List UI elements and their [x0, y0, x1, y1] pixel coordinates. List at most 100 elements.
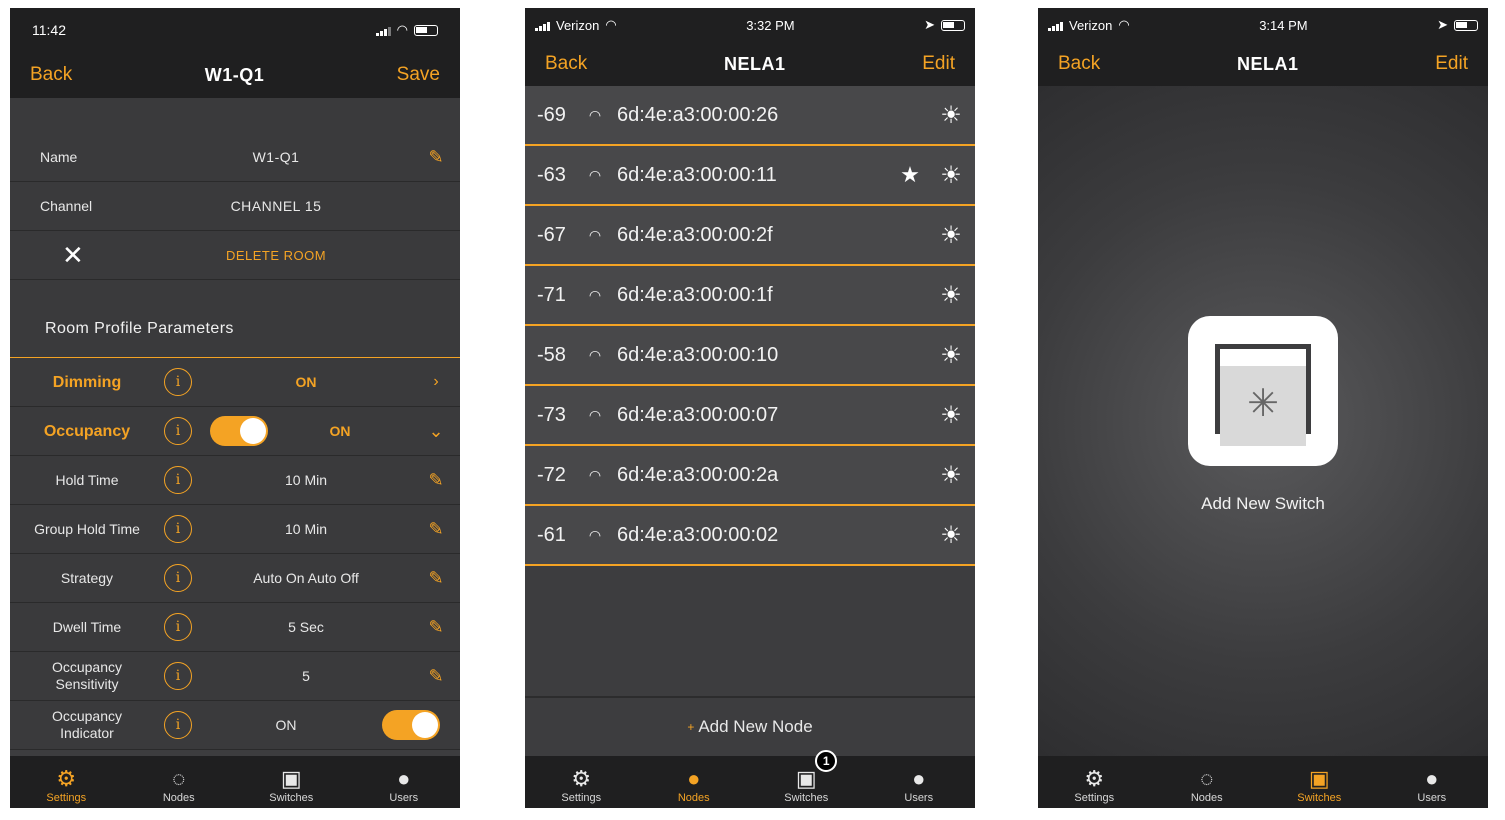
param-label: Dwell Time [52, 618, 122, 635]
node-mac: 6d:4e:a3:00:00:26 [617, 103, 779, 126]
param-row-dwell-time[interactable]: Dwell Time i 5 Sec ✎ [10, 603, 460, 652]
tab-settings[interactable]: ⚙ Settings [10, 756, 123, 808]
rssi-value: -58 [537, 343, 566, 366]
pencil-icon[interactable]: ✎ [412, 470, 460, 491]
light-icon[interactable]: ☀ [927, 461, 975, 490]
page-title: W1-Q1 [204, 64, 265, 85]
param-row-dimming[interactable]: Dimming i ON › [10, 358, 460, 407]
param-row-group-hold-time[interactable]: Group Hold Time i 10 Min ✎ [10, 505, 460, 554]
battery-icon [940, 19, 965, 31]
tab-nodes[interactable]: ● Nodes [638, 756, 751, 808]
back-button[interactable]: Back [30, 64, 72, 86]
param-row-occupancy-sensitivity[interactable]: Occupancy Sensitivity i 5 ✎ [10, 652, 460, 701]
status-time: 11:42 [32, 22, 66, 38]
param-value: ON [295, 374, 317, 390]
wifi-icon: ◠ [1118, 17, 1130, 32]
rssi-value: -71 [537, 283, 566, 306]
save-button[interactable]: Save [397, 64, 440, 86]
channel-row[interactable]: Channel CHANNEL 15 [10, 182, 460, 231]
info-icon[interactable]: i [164, 466, 192, 494]
star-icon: ★ [900, 162, 920, 187]
tab-label: Settings [1074, 792, 1115, 804]
wifi-icon: ◠ [588, 286, 602, 303]
light-icon[interactable]: ☀ [927, 521, 975, 550]
delete-room-row[interactable]: ✕ DELETE ROOM [10, 231, 460, 280]
tab-label: Settings [46, 792, 87, 804]
pencil-icon[interactable]: ✎ [412, 519, 460, 540]
occupancy-toggle[interactable] [210, 416, 268, 446]
add-node-button[interactable]: + Add New Node [525, 696, 975, 756]
light-icon[interactable]: ☀ [927, 101, 975, 130]
info-icon[interactable]: i [164, 417, 192, 445]
close-icon[interactable]: ✕ [10, 240, 140, 271]
tab-label: Nodes [162, 792, 195, 804]
rssi-value: -63 [537, 163, 566, 186]
add-switch-button[interactable]: ✳ [1188, 316, 1338, 466]
tab-users[interactable]: ● Users [1376, 756, 1489, 808]
edit-button[interactable]: Edit [1435, 53, 1468, 75]
rssi-value: -67 [537, 223, 566, 246]
light-icon[interactable]: ☀ [927, 161, 975, 190]
light-icon[interactable]: ☀ [927, 221, 975, 250]
tab-nodes[interactable]: ◌ Nodes [1151, 756, 1264, 808]
pencil-icon[interactable]: ✎ [412, 666, 460, 687]
node-row[interactable]: -72 ◠ 6d:4e:a3:00:00:2a ☀ [525, 446, 975, 506]
info-icon[interactable]: i [164, 711, 192, 739]
rssi-value: -72 [537, 463, 566, 486]
status-icons: ➤ [1437, 17, 1478, 33]
pencil-icon[interactable]: ✎ [412, 568, 460, 589]
node-row[interactable]: -61 ◠ 6d:4e:a3:00:00:02 ☀ [525, 506, 975, 566]
tab-switches[interactable]: ▣ Switches [235, 756, 348, 808]
back-button[interactable]: Back [545, 53, 587, 75]
name-row[interactable]: Name W1-Q1 ✎ [10, 133, 460, 182]
light-icon[interactable]: ☀ [927, 401, 975, 430]
light-icon[interactable]: ☀ [927, 341, 975, 370]
chevron-down-icon[interactable]: ⌄ [412, 421, 460, 442]
rssi-value: -73 [537, 403, 566, 426]
wifi-icon: ◠ [588, 526, 602, 543]
param-value: 10 Min [284, 472, 328, 488]
edit-button[interactable]: Edit [922, 53, 955, 75]
param-value: ON [275, 717, 297, 733]
wifi-icon: ◠ [396, 22, 408, 37]
node-row[interactable]: -63 ◠ 6d:4e:a3:00:00:11 ★ ☀ [525, 146, 975, 206]
info-icon[interactable]: i [164, 515, 192, 543]
node-row[interactable]: -67 ◠ 6d:4e:a3:00:00:2f ☀ [525, 206, 975, 266]
light-icon[interactable]: ☀ [927, 281, 975, 310]
location-icon: ➤ [1437, 17, 1448, 32]
info-icon[interactable]: i [164, 368, 192, 396]
tab-settings[interactable]: ⚙ Settings [1038, 756, 1151, 808]
switch-icon: ▣ [280, 766, 302, 791]
info-icon[interactable]: i [164, 613, 192, 641]
param-label: Occupancy Sensitivity [51, 659, 123, 692]
indicator-toggle[interactable] [382, 710, 440, 740]
wifi-icon: ◠ [588, 106, 602, 123]
tab-switches[interactable]: ▣ Switches [1263, 756, 1376, 808]
node-row[interactable]: -71 ◠ 6d:4e:a3:00:00:1f ☀ [525, 266, 975, 326]
param-row-occupancy-indicator[interactable]: Occupancy Indicator i ON [10, 701, 460, 750]
param-row-hold-time[interactable]: Hold Time i 10 Min ✎ [10, 456, 460, 505]
tab-users[interactable]: ● Users [348, 756, 461, 808]
param-row-strategy[interactable]: Strategy i Auto On Auto Off ✎ [10, 554, 460, 603]
node-row[interactable]: -69 ◠ 6d:4e:a3:00:00:26 ☀ [525, 86, 975, 146]
pencil-icon[interactable]: ✎ [412, 617, 460, 638]
tab-switches[interactable]: ▣ Switches 1 [750, 750, 863, 808]
status-bar: Verizon ◠ 3:32 PM ➤ [525, 8, 975, 42]
rssi-value: -61 [537, 523, 566, 546]
node-row[interactable]: -58 ◠ 6d:4e:a3:00:00:10 ☀ [525, 326, 975, 386]
info-icon[interactable]: i [164, 662, 192, 690]
chevron-right-icon[interactable]: › [412, 373, 460, 391]
tab-nodes[interactable]: ◌ Nodes [123, 756, 236, 808]
param-value: ON [329, 423, 351, 439]
carrier: Verizon ◠ [1048, 17, 1130, 33]
back-button[interactable]: Back [1058, 53, 1100, 75]
delete-room-button[interactable]: DELETE ROOM [140, 248, 412, 263]
node-row[interactable]: -73 ◠ 6d:4e:a3:00:00:07 ☀ [525, 386, 975, 446]
tab-settings[interactable]: ⚙ Settings [525, 756, 638, 808]
pencil-icon[interactable]: ✎ [412, 147, 460, 168]
settings-gear-icon: ⚙ [1084, 766, 1105, 791]
tab-users[interactable]: ● Users [863, 756, 976, 808]
info-icon[interactable]: i [164, 564, 192, 592]
param-row-occupancy[interactable]: Occupancy i ON ⌄ [10, 407, 460, 456]
